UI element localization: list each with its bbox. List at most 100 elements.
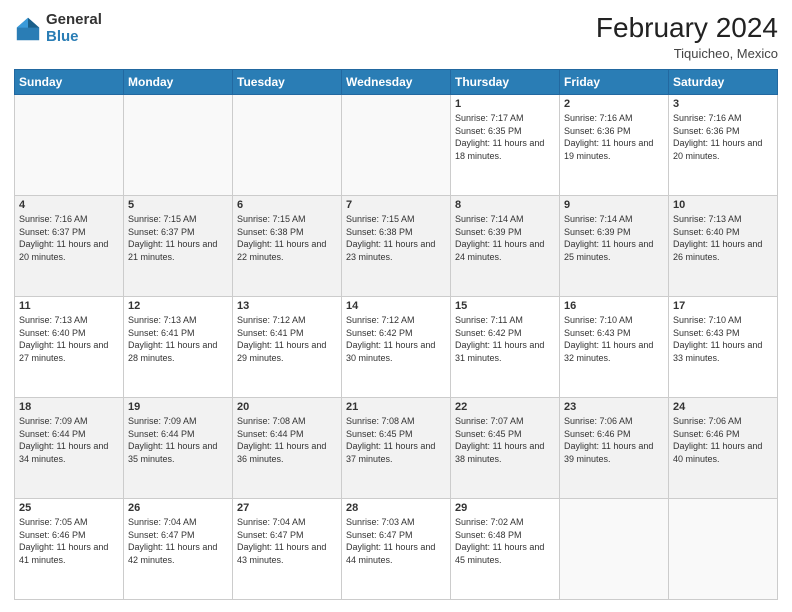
- day-number: 11: [19, 300, 119, 312]
- calendar-cell: 29 Sunrise: 7:02 AM Sunset: 6:48 PM Dayli…: [451, 499, 560, 600]
- day-number: 3: [673, 98, 773, 110]
- day-info: Sunrise: 7:13 AM Sunset: 6:41 PM Dayligh…: [128, 314, 228, 364]
- day-number: 2: [564, 98, 664, 110]
- day-info: Sunrise: 7:13 AM Sunset: 6:40 PM Dayligh…: [673, 213, 773, 263]
- calendar-cell: [342, 95, 451, 196]
- day-info: Sunrise: 7:11 AM Sunset: 6:42 PM Dayligh…: [455, 314, 555, 364]
- day-info: Sunrise: 7:08 AM Sunset: 6:44 PM Dayligh…: [237, 415, 337, 465]
- day-number: 27: [237, 502, 337, 514]
- calendar-week-5: 25 Sunrise: 7:05 AM Sunset: 6:46 PM Dayli…: [15, 499, 778, 600]
- day-info: Sunrise: 7:12 AM Sunset: 6:42 PM Dayligh…: [346, 314, 446, 364]
- calendar-header-row: SundayMondayTuesdayWednesdayThursdayFrid…: [15, 70, 778, 95]
- calendar-cell: 9Sunrise: 7:14 AM Sunset: 6:39 PM Daylig…: [560, 196, 669, 297]
- calendar-week-1: 1 Sunrise: 7:17 AM Sunset: 6:35 PM Daylig…: [15, 95, 778, 196]
- day-header-thursday: Thursday: [451, 70, 560, 95]
- calendar-cell: 15 Sunrise: 7:11 AM Sunset: 6:42 PM Dayli…: [451, 297, 560, 398]
- day-header-friday: Friday: [560, 70, 669, 95]
- month-year: February 2024: [596, 12, 778, 44]
- calendar-cell: 6Sunrise: 7:15 AM Sunset: 6:38 PM Daylig…: [233, 196, 342, 297]
- calendar-cell: 7 Sunrise: 7:15 AM Sunset: 6:38 PM Daylig…: [342, 196, 451, 297]
- day-info: Sunrise: 7:16 AM Sunset: 6:36 PM Dayligh…: [564, 112, 664, 162]
- header: General Blue February 2024 Tiquicheo, Me…: [14, 12, 778, 61]
- day-number: 5: [128, 199, 228, 211]
- calendar-cell: 27 Sunrise: 7:04 AM Sunset: 6:47 PM Dayli…: [233, 499, 342, 600]
- calendar-cell: 17 Sunrise: 7:10 AM Sunset: 6:43 PM Dayli…: [669, 297, 778, 398]
- calendar-cell: [669, 499, 778, 600]
- day-info: Sunrise: 7:12 AM Sunset: 6:41 PM Dayligh…: [237, 314, 337, 364]
- day-header-tuesday: Tuesday: [233, 70, 342, 95]
- calendar-cell: 8 Sunrise: 7:14 AM Sunset: 6:39 PM Daylig…: [451, 196, 560, 297]
- calendar-cell: [560, 499, 669, 600]
- day-info: Sunrise: 7:10 AM Sunset: 6:43 PM Dayligh…: [564, 314, 664, 364]
- day-info: Sunrise: 7:06 AM Sunset: 6:46 PM Dayligh…: [673, 415, 773, 465]
- calendar-cell: 20 Sunrise: 7:08 AM Sunset: 6:44 PM Dayli…: [233, 398, 342, 499]
- day-info: Sunrise: 7:05 AM Sunset: 6:46 PM Dayligh…: [19, 516, 119, 566]
- calendar-cell: 16Sunrise: 7:10 AM Sunset: 6:43 PM Dayli…: [560, 297, 669, 398]
- calendar-cell: 22Sunrise: 7:07 AM Sunset: 6:45 PM Dayli…: [451, 398, 560, 499]
- location: Tiquicheo, Mexico: [596, 46, 778, 61]
- day-info: Sunrise: 7:09 AM Sunset: 6:44 PM Dayligh…: [19, 415, 119, 465]
- day-number: 29: [455, 502, 555, 514]
- day-header-wednesday: Wednesday: [342, 70, 451, 95]
- day-info: Sunrise: 7:02 AM Sunset: 6:48 PM Dayligh…: [455, 516, 555, 566]
- day-info: Sunrise: 7:16 AM Sunset: 6:37 PM Dayligh…: [19, 213, 119, 263]
- day-info: Sunrise: 7:03 AM Sunset: 6:47 PM Dayligh…: [346, 516, 446, 566]
- day-info: Sunrise: 7:17 AM Sunset: 6:35 PM Dayligh…: [455, 112, 555, 162]
- day-number: 23: [564, 401, 664, 413]
- day-info: Sunrise: 7:04 AM Sunset: 6:47 PM Dayligh…: [128, 516, 228, 566]
- calendar-cell: 5Sunrise: 7:15 AM Sunset: 6:37 PM Daylig…: [124, 196, 233, 297]
- day-info: Sunrise: 7:10 AM Sunset: 6:43 PM Dayligh…: [673, 314, 773, 364]
- calendar-cell: 10 Sunrise: 7:13 AM Sunset: 6:40 PM Dayli…: [669, 196, 778, 297]
- day-number: 26: [128, 502, 228, 514]
- calendar-cell: 13 Sunrise: 7:12 AM Sunset: 6:41 PM Dayli…: [233, 297, 342, 398]
- calendar-week-4: 18 Sunrise: 7:09 AM Sunset: 6:44 PM Dayli…: [15, 398, 778, 499]
- day-number: 17: [673, 300, 773, 312]
- day-info: Sunrise: 7:15 AM Sunset: 6:38 PM Dayligh…: [346, 213, 446, 263]
- calendar-cell: 23Sunrise: 7:06 AM Sunset: 6:46 PM Dayli…: [560, 398, 669, 499]
- title-block: February 2024 Tiquicheo, Mexico: [596, 12, 778, 61]
- logo-icon: [14, 15, 42, 43]
- day-info: Sunrise: 7:09 AM Sunset: 6:44 PM Dayligh…: [128, 415, 228, 465]
- day-info: Sunrise: 7:15 AM Sunset: 6:38 PM Dayligh…: [237, 213, 337, 263]
- day-number: 7: [346, 199, 446, 211]
- calendar-cell: [15, 95, 124, 196]
- day-number: 25: [19, 502, 119, 514]
- page: General Blue February 2024 Tiquicheo, Me…: [0, 0, 792, 612]
- day-number: 22: [455, 401, 555, 413]
- day-number: 1: [455, 98, 555, 110]
- day-number: 12: [128, 300, 228, 312]
- calendar-cell: 18 Sunrise: 7:09 AM Sunset: 6:44 PM Dayli…: [15, 398, 124, 499]
- day-header-saturday: Saturday: [669, 70, 778, 95]
- day-number: 20: [237, 401, 337, 413]
- calendar-cell: [233, 95, 342, 196]
- day-number: 15: [455, 300, 555, 312]
- day-info: Sunrise: 7:16 AM Sunset: 6:36 PM Dayligh…: [673, 112, 773, 162]
- calendar-cell: 26 Sunrise: 7:04 AM Sunset: 6:47 PM Dayli…: [124, 499, 233, 600]
- day-number: 14: [346, 300, 446, 312]
- logo-text: General Blue: [46, 12, 102, 45]
- day-number: 19: [128, 401, 228, 413]
- calendar-cell: 3 Sunrise: 7:16 AM Sunset: 6:36 PM Daylig…: [669, 95, 778, 196]
- day-info: Sunrise: 7:14 AM Sunset: 6:39 PM Dayligh…: [455, 213, 555, 263]
- day-info: Sunrise: 7:14 AM Sunset: 6:39 PM Dayligh…: [564, 213, 664, 263]
- day-number: 13: [237, 300, 337, 312]
- calendar-cell: 14 Sunrise: 7:12 AM Sunset: 6:42 PM Dayli…: [342, 297, 451, 398]
- logo: General Blue: [14, 12, 102, 45]
- calendar-cell: 2 Sunrise: 7:16 AM Sunset: 6:36 PM Daylig…: [560, 95, 669, 196]
- calendar-table: SundayMondayTuesdayWednesdayThursdayFrid…: [14, 69, 778, 600]
- logo-line2: Blue: [46, 29, 102, 46]
- calendar-cell: 24 Sunrise: 7:06 AM Sunset: 6:46 PM Dayli…: [669, 398, 778, 499]
- day-number: 8: [455, 199, 555, 211]
- day-number: 4: [19, 199, 119, 211]
- day-number: 24: [673, 401, 773, 413]
- day-number: 10: [673, 199, 773, 211]
- calendar-cell: 1 Sunrise: 7:17 AM Sunset: 6:35 PM Daylig…: [451, 95, 560, 196]
- day-header-monday: Monday: [124, 70, 233, 95]
- calendar-cell: 25 Sunrise: 7:05 AM Sunset: 6:46 PM Dayli…: [15, 499, 124, 600]
- calendar-cell: 11Sunrise: 7:13 AM Sunset: 6:40 PM Dayli…: [15, 297, 124, 398]
- day-number: 18: [19, 401, 119, 413]
- calendar-cell: 28Sunrise: 7:03 AM Sunset: 6:47 PM Dayli…: [342, 499, 451, 600]
- calendar-cell: [124, 95, 233, 196]
- calendar-cell: 21Sunrise: 7:08 AM Sunset: 6:45 PM Dayli…: [342, 398, 451, 499]
- day-info: Sunrise: 7:04 AM Sunset: 6:47 PM Dayligh…: [237, 516, 337, 566]
